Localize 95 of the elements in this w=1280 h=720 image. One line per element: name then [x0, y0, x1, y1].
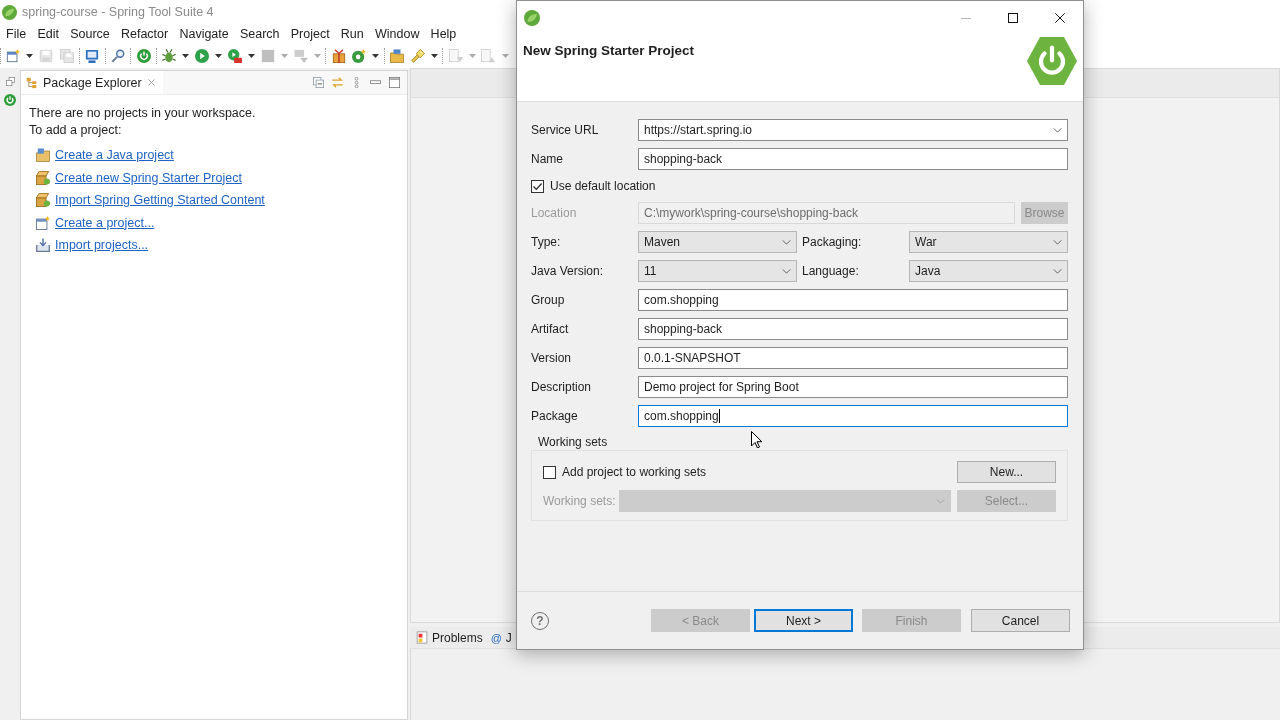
monitor-icon[interactable]: [85, 49, 100, 63]
at-sign-icon: @: [490, 631, 502, 644]
tree-icon: [26, 76, 37, 89]
folder-icon[interactable]: [390, 49, 405, 63]
field-label: Working sets:: [543, 494, 617, 508]
explorer-message: There are no projects in your workspace.: [29, 105, 256, 122]
text-field[interactable]: shopping-back: [638, 318, 1068, 340]
link[interactable]: Create a Java project: [55, 148, 174, 163]
chevron-down-icon: [1053, 239, 1062, 245]
dropdown[interactable]: War: [909, 231, 1068, 253]
dropdown[interactable]: Java: [909, 260, 1068, 282]
dialog-button[interactable]: Next >: [754, 609, 853, 632]
link[interactable]: Create new Spring Starter Project: [55, 170, 242, 185]
menu-item[interactable]: Window: [369, 27, 425, 41]
text-cursor-icon: [718, 409, 720, 423]
sync-arrows-icon[interactable]: [332, 77, 343, 88]
leaf-icon: [524, 9, 540, 26]
field-label: Packaging:: [802, 235, 863, 249]
magnifier-icon[interactable]: [110, 49, 125, 63]
field-label: Location: [531, 206, 578, 220]
window-title: spring-course - Spring Tool Suite 4: [22, 5, 214, 19]
dialog-title: New Spring Starter Project: [523, 43, 695, 58]
view-menu-icon[interactable]: [351, 77, 362, 88]
caret-icon[interactable]: [215, 54, 223, 58]
caret-icon[interactable]: [248, 54, 256, 58]
view-tab[interactable]: Problems: [416, 630, 483, 645]
import-icon: [36, 238, 50, 253]
dropdown[interactable]: Maven: [638, 231, 797, 253]
field-label: Language:: [802, 264, 860, 278]
link[interactable]: Import projects...: [55, 238, 149, 253]
field-label: Type:: [531, 235, 562, 249]
chevron-down-icon: [782, 268, 791, 274]
text-field[interactable]: Demo project for Spring Boot: [638, 376, 1068, 398]
collapse-all-icon[interactable]: [313, 77, 324, 88]
chevron-down-icon: [782, 239, 791, 245]
gift-icon[interactable]: [331, 49, 346, 63]
play-toolbox-icon[interactable]: [227, 49, 242, 63]
caret-icon[interactable]: [26, 54, 34, 58]
menu-item[interactable]: Source: [64, 27, 116, 41]
power-icon[interactable]: [4, 94, 16, 106]
checkbox-label: Add project to working sets: [562, 465, 707, 479]
close-icon[interactable]: [1054, 12, 1065, 23]
restore-icon[interactable]: [5, 77, 15, 86]
problems-icon: [416, 631, 428, 644]
group-title: Working sets: [538, 435, 608, 449]
project-folder-icon: [36, 148, 50, 163]
text-field[interactable]: com.shopping: [638, 289, 1068, 311]
new-file-icon[interactable]: [6, 49, 21, 63]
menu-item[interactable]: Project: [285, 27, 336, 41]
field-label: Service URL: [531, 123, 600, 137]
explorer-message: To add a project:: [29, 122, 122, 139]
link[interactable]: Create a project...: [55, 215, 155, 230]
field-label: Java Version:: [531, 264, 605, 278]
package-icon: [36, 170, 50, 185]
leaf-icon: [2, 4, 17, 20]
bug-icon[interactable]: [162, 49, 177, 63]
checkbox[interactable]: [531, 179, 544, 193]
checkbox-label: Use default location: [550, 179, 656, 193]
menu-item[interactable]: File: [0, 27, 32, 41]
menu-item[interactable]: Search: [234, 27, 286, 41]
chevron-down-icon: [936, 498, 945, 504]
package-icon: [36, 193, 50, 208]
caret-icon[interactable]: [430, 54, 438, 58]
flashlight-icon[interactable]: [410, 49, 425, 63]
dialog-button[interactable]: Cancel: [971, 609, 1070, 632]
field-label: Package: [531, 409, 579, 423]
text-field[interactable]: 0.0.1-SNAPSHOT: [638, 347, 1068, 369]
text-field[interactable]: com.shopping: [638, 405, 1068, 427]
field-label: Version: [531, 351, 573, 365]
maximize-icon[interactable]: [1007, 12, 1018, 23]
caret-icon[interactable]: [182, 54, 190, 58]
field-label: Group: [531, 293, 566, 307]
field-label: Name: [531, 152, 564, 166]
new-window-icon: [36, 215, 50, 230]
dropdown[interactable]: 11: [638, 260, 797, 282]
link[interactable]: Import Spring Getting Started Content: [55, 193, 265, 208]
chevron-down-icon: [1053, 127, 1062, 133]
cursor-icon: [751, 431, 762, 448]
chevron-down-icon: [1053, 268, 1062, 274]
checkbox[interactable]: [543, 465, 556, 479]
play-icon[interactable]: [195, 49, 210, 63]
caret-icon[interactable]: [372, 54, 380, 58]
field-label: Description: [531, 380, 593, 394]
menu-item[interactable]: Edit: [31, 27, 65, 41]
new-button[interactable]: New...: [957, 461, 1056, 483]
menu-item[interactable]: Help: [425, 27, 462, 41]
view-tab[interactable]: Package Explorer: [21, 71, 163, 94]
menu-item[interactable]: Run: [335, 27, 370, 41]
field-label: Artifact: [531, 322, 570, 336]
combo-box[interactable]: https://start.spring.io: [638, 119, 1068, 141]
view-tab[interactable]: @ J: [490, 630, 512, 645]
text-field[interactable]: shopping-back: [638, 148, 1068, 170]
power-icon[interactable]: [136, 49, 151, 63]
menu-item[interactable]: Refactor: [115, 27, 174, 41]
menu-item[interactable]: Navigate: [173, 27, 235, 41]
